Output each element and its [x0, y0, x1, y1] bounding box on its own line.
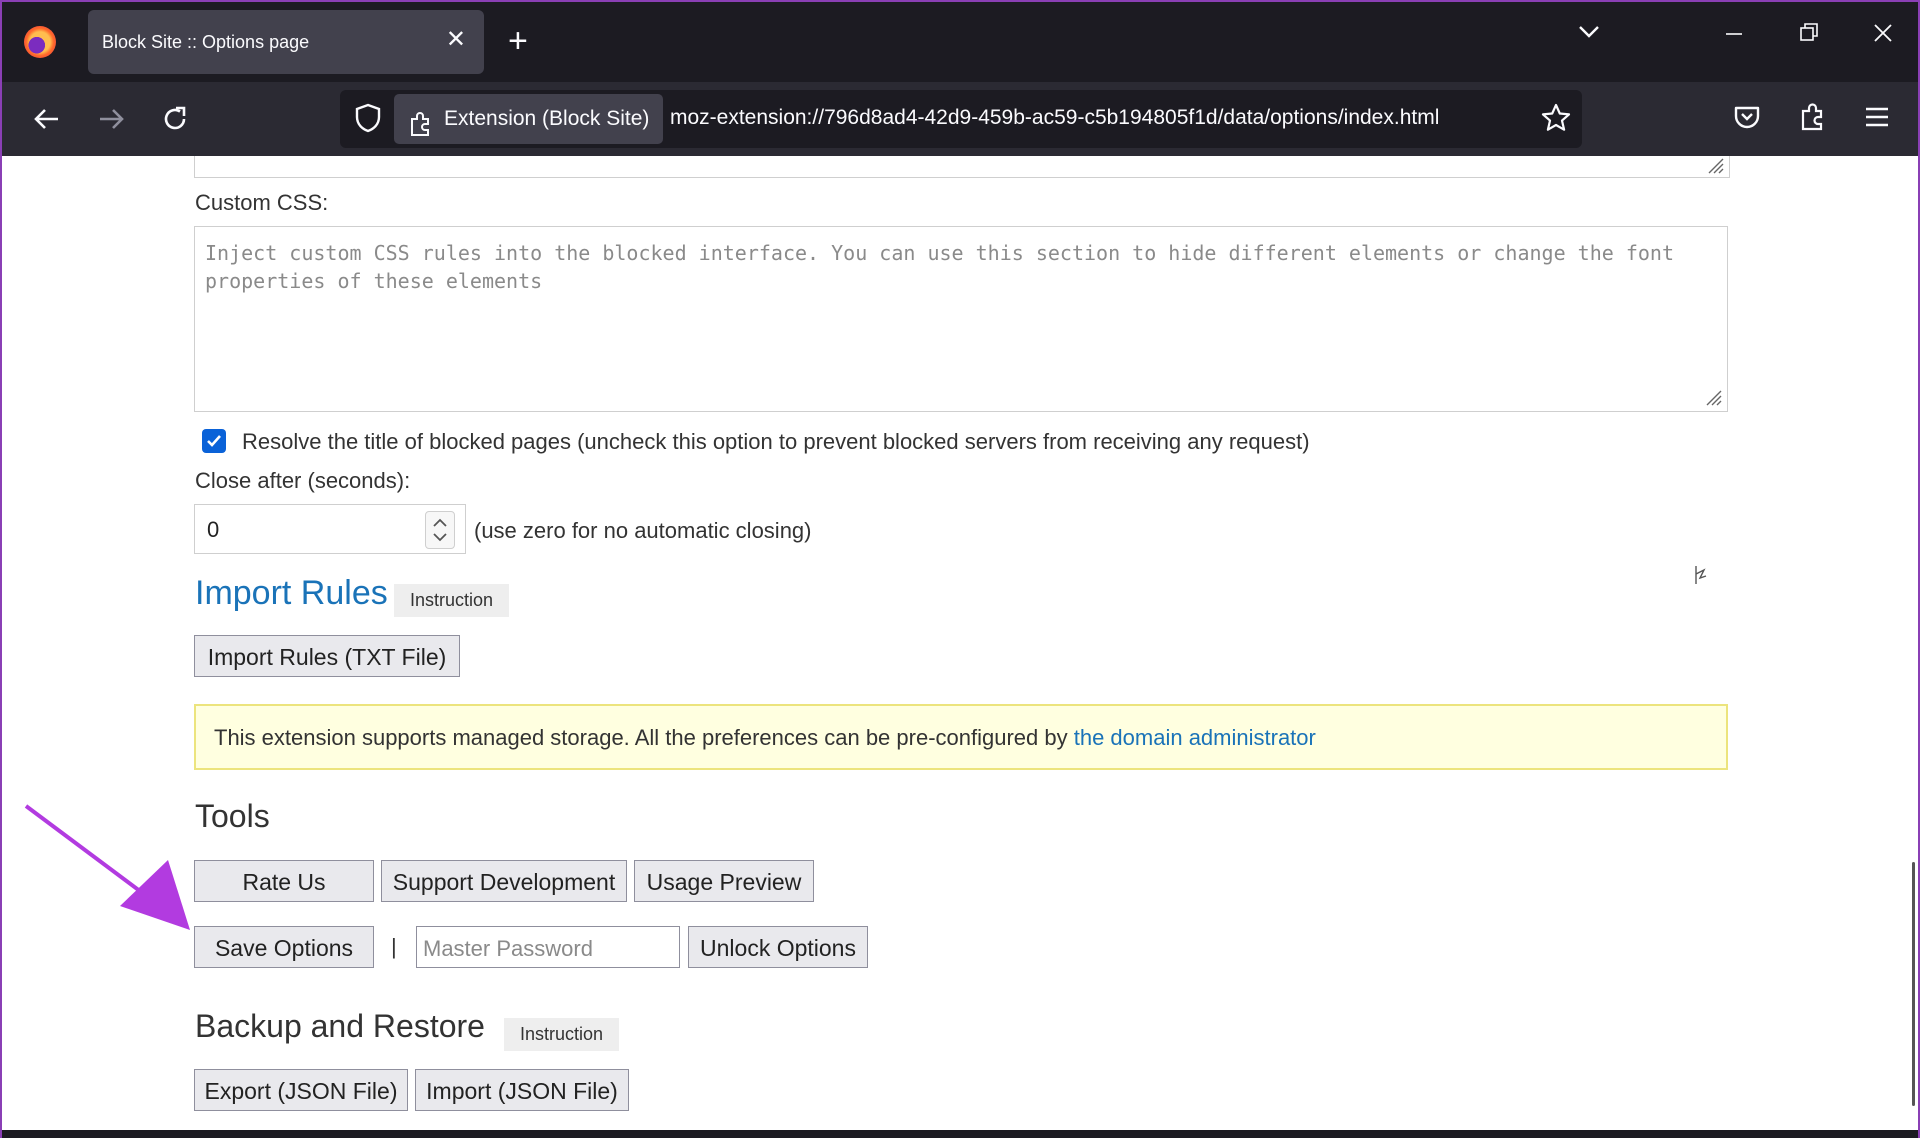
import-rules-button[interactable]: Import Rules (TXT File) [194, 635, 460, 677]
page-scrollbar[interactable] [1912, 862, 1915, 1106]
spinner-arrows-icon [433, 518, 447, 542]
restore-button[interactable] [1798, 20, 1820, 53]
backup-instruction-badge[interactable]: Instruction [504, 1018, 620, 1051]
options-page: Custom CSS: Inject custom CSS rules into… [2, 156, 1918, 1132]
tools-heading: Tools [195, 798, 270, 834]
close-after-value: 0 [207, 517, 220, 542]
domain-admin-link[interactable]: the domain administrator [1074, 725, 1316, 750]
star-icon[interactable] [1540, 102, 1572, 139]
reload-icon[interactable] [160, 104, 190, 139]
tab-block-site-options[interactable]: Block Site :: Options page ✕ [88, 10, 484, 74]
extension-chip-label: Extension (Block Site) [444, 107, 650, 130]
import-rules-instruction-badge[interactable]: Instruction [394, 584, 510, 617]
save-options-button[interactable]: Save Options [194, 926, 374, 968]
import-rules-heading[interactable]: Import Rules [195, 574, 388, 613]
number-spinner[interactable] [425, 511, 455, 549]
previous-textarea[interactable] [194, 156, 1730, 178]
usage-preview-button[interactable]: Usage Preview [634, 860, 814, 902]
import-json-button[interactable]: Import (JSON File) [415, 1069, 629, 1111]
close-after-label: Close after (seconds): [195, 468, 411, 493]
back-arrow-icon[interactable] [32, 104, 62, 139]
annotation-arrow-icon [24, 804, 190, 930]
shield-icon[interactable] [354, 102, 382, 139]
tab-list-button[interactable] [1576, 18, 1602, 51]
master-password-input[interactable]: Master Password [416, 926, 680, 968]
resolve-title-label: Resolve the title of blocked pages (unch… [242, 429, 1310, 454]
master-password-placeholder: Master Password [423, 936, 593, 961]
firefox-logo-icon[interactable] [24, 26, 56, 58]
menu-icon[interactable] [1862, 102, 1892, 137]
backup-restore-heading: Backup and Restore [195, 1008, 485, 1044]
bottom-edge [2, 1130, 1918, 1138]
managed-storage-notice: This extension supports managed storage.… [194, 704, 1728, 770]
new-tab-button[interactable]: + [508, 22, 528, 60]
extension-identity-chip[interactable]: Extension (Block Site) [394, 94, 664, 144]
extensions-icon[interactable] [1798, 102, 1828, 137]
browser-window: Block Site :: Options page ✕ + Extension… [0, 0, 1920, 1138]
minimize-button[interactable] [1724, 20, 1744, 53]
resize-grip-icon[interactable] [1705, 156, 1725, 175]
tab-close-icon[interactable]: ✕ [446, 28, 466, 52]
custom-css-placeholder: Inject custom CSS rules into the blocked… [205, 241, 1675, 293]
close-after-hint: (use zero for no automatic closing) [474, 518, 812, 543]
forward-arrow-icon[interactable] [96, 104, 126, 139]
notice-text: This extension supports managed storage.… [214, 725, 1316, 751]
close-window-button[interactable] [1872, 20, 1894, 53]
separator: | [391, 934, 397, 959]
resize-grip-icon[interactable] [1703, 387, 1723, 407]
navigation-toolbar: Extension (Block Site) moz-extension://7… [2, 82, 1918, 156]
url-text[interactable]: moz-extension://796d8ad4-42d9-459b-ac59-… [670, 106, 1439, 130]
checkmark-icon [207, 435, 221, 447]
puzzle-icon [408, 106, 434, 156]
tab-title: Block Site :: Options page [102, 32, 310, 52]
close-after-input[interactable]: 0 [194, 504, 466, 554]
custom-css-label: Custom CSS: [195, 190, 329, 215]
export-json-button[interactable]: Export (JSON File) [194, 1069, 408, 1111]
tab-strip: Block Site :: Options page ✕ + [2, 2, 1918, 82]
support-development-button[interactable]: Support Development [381, 860, 627, 902]
url-bar[interactable]: Extension (Block Site) moz-extension://7… [340, 90, 1582, 148]
cursor-icon [1695, 566, 1707, 584]
custom-css-textarea[interactable]: Inject custom CSS rules into the blocked… [194, 226, 1728, 412]
notice-message: This extension supports managed storage.… [214, 725, 1074, 750]
unlock-options-button[interactable]: Unlock Options [688, 926, 868, 968]
resolve-title-checkbox[interactable] [202, 429, 226, 453]
pocket-icon[interactable] [1732, 102, 1762, 137]
rate-us-button[interactable]: Rate Us [194, 860, 374, 902]
